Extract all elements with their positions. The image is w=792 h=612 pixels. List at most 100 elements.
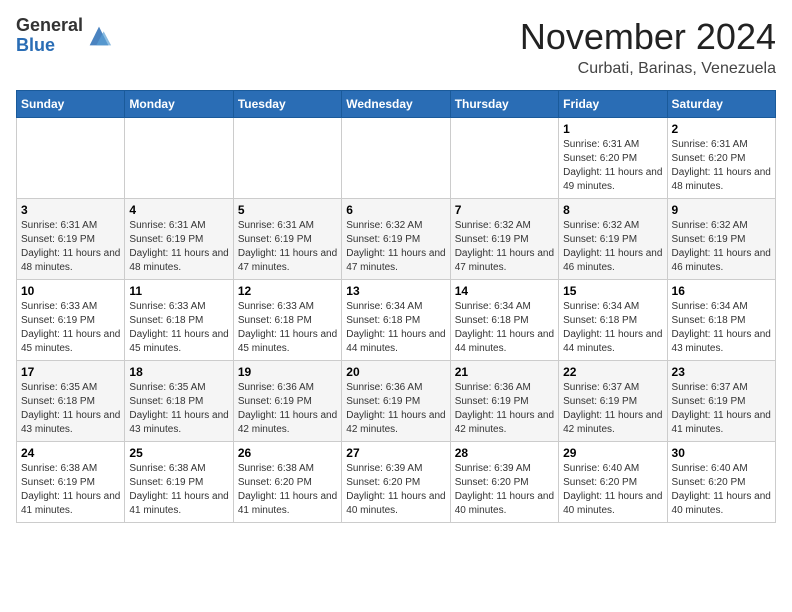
logo-blue-text: Blue [16, 35, 55, 55]
calendar-cell: 16Sunrise: 6:34 AM Sunset: 6:18 PM Dayli… [667, 280, 775, 361]
day-info: Sunrise: 6:35 AM Sunset: 6:18 PM Dayligh… [129, 381, 228, 437]
calendar-cell: 26 Sunrise: 6:38 AM Sunset: 6:20 PM Dayli… [233, 442, 341, 523]
calendar-cell: 18 Sunrise: 6:35 AM Sunset: 6:18 PM Dayli… [125, 361, 233, 442]
day-number: 19 [238, 365, 337, 379]
day-number: 20 [346, 365, 445, 379]
calendar-table: SundayMondayTuesdayWednesdayThursdayFrid… [16, 90, 776, 523]
day-info: Sunrise: 6:36 AM Sunset: 6:19 PM Dayligh… [238, 381, 337, 437]
weekday-header-row: SundayMondayTuesdayWednesdayThursdayFrid… [17, 91, 776, 118]
calendar-cell: 21 Sunrise: 6:36 AM Sunset: 6:19 PM Dayli… [450, 361, 558, 442]
day-number: 27 [346, 446, 445, 460]
day-info: Sunrise: 6:40 AM Sunset: 6:20 PM Dayligh… [672, 462, 771, 518]
day-number: 26 [238, 446, 337, 460]
calendar-week-row: 1 Sunrise: 6:31 AM Sunset: 6:20 PM Daylig… [17, 118, 776, 199]
calendar-cell: 28 Sunrise: 6:39 AM Sunset: 6:20 PM Dayli… [450, 442, 558, 523]
day-number: 28 [455, 446, 554, 460]
calendar-cell [17, 118, 125, 199]
day-number: 10 [21, 284, 120, 298]
day-info: Sunrise: 6:35 AM Sunset: 6:18 PM Dayligh… [21, 381, 120, 437]
weekday-header-cell: Saturday [667, 91, 775, 118]
day-number: 16 [672, 284, 771, 298]
calendar-cell: 7 Sunrise: 6:32 AM Sunset: 6:19 PM Daylig… [450, 199, 558, 280]
weekday-header-cell: Thursday [450, 91, 558, 118]
calendar-week-row: 24 Sunrise: 6:38 AM Sunset: 6:19 PM Dayli… [17, 442, 776, 523]
calendar-cell: 11 Sunrise: 6:33 AM Sunset: 6:18 PM Dayli… [125, 280, 233, 361]
day-info: Sunrise: 6:33 AM Sunset: 6:18 PM Dayligh… [129, 300, 228, 356]
day-info: Sunrise: 6:38 AM Sunset: 6:20 PM Dayligh… [238, 462, 337, 518]
day-number: 22 [563, 365, 662, 379]
calendar-cell: 17 Sunrise: 6:35 AM Sunset: 6:18 PM Dayli… [17, 361, 125, 442]
day-number: 4 [129, 203, 228, 217]
day-info: Sunrise: 6:31 AM Sunset: 6:20 PM Dayligh… [563, 138, 662, 194]
day-info: Sunrise: 6:40 AM Sunset: 6:20 PM Dayligh… [563, 462, 662, 518]
calendar-cell [125, 118, 233, 199]
day-number: 1 [563, 122, 662, 136]
day-number: 17 [21, 365, 120, 379]
day-number: 9 [672, 203, 771, 217]
day-info: Sunrise: 6:33 AM Sunset: 6:18 PM Dayligh… [238, 300, 337, 356]
day-info: Sunrise: 6:37 AM Sunset: 6:19 PM Dayligh… [563, 381, 662, 437]
weekday-header-cell: Monday [125, 91, 233, 118]
calendar-cell: 5Sunrise: 6:31 AM Sunset: 6:19 PM Daylig… [233, 199, 341, 280]
day-number: 13 [346, 284, 445, 298]
day-info: Sunrise: 6:31 AM Sunset: 6:20 PM Dayligh… [672, 138, 771, 194]
day-number: 6 [346, 203, 445, 217]
weekday-header-cell: Friday [559, 91, 667, 118]
day-info: Sunrise: 6:36 AM Sunset: 6:19 PM Dayligh… [455, 381, 554, 437]
calendar-cell: 9 Sunrise: 6:32 AM Sunset: 6:19 PM Daylig… [667, 199, 775, 280]
calendar-cell: 14Sunrise: 6:34 AM Sunset: 6:18 PM Dayli… [450, 280, 558, 361]
calendar-cell: 8 Sunrise: 6:32 AM Sunset: 6:19 PM Daylig… [559, 199, 667, 280]
day-info: Sunrise: 6:31 AM Sunset: 6:19 PM Dayligh… [21, 219, 120, 275]
day-info: Sunrise: 6:37 AM Sunset: 6:19 PM Dayligh… [672, 381, 771, 437]
calendar-cell [342, 118, 450, 199]
calendar-cell: 2 Sunrise: 6:31 AM Sunset: 6:20 PM Daylig… [667, 118, 775, 199]
day-info: Sunrise: 6:32 AM Sunset: 6:19 PM Dayligh… [563, 219, 662, 275]
calendar-cell: 6Sunrise: 6:32 AM Sunset: 6:19 PM Daylig… [342, 199, 450, 280]
day-info: Sunrise: 6:33 AM Sunset: 6:19 PM Dayligh… [21, 300, 120, 356]
day-info: Sunrise: 6:39 AM Sunset: 6:20 PM Dayligh… [455, 462, 554, 518]
calendar-cell: 10 Sunrise: 6:33 AM Sunset: 6:19 PM Dayli… [17, 280, 125, 361]
calendar-body: 1 Sunrise: 6:31 AM Sunset: 6:20 PM Daylig… [17, 118, 776, 523]
day-info: Sunrise: 6:34 AM Sunset: 6:18 PM Dayligh… [455, 300, 554, 356]
day-info: Sunrise: 6:39 AM Sunset: 6:20 PM Dayligh… [346, 462, 445, 518]
day-number: 8 [563, 203, 662, 217]
calendar-cell: 15Sunrise: 6:34 AM Sunset: 6:18 PM Dayli… [559, 280, 667, 361]
day-number: 25 [129, 446, 228, 460]
calendar-week-row: 3 Sunrise: 6:31 AM Sunset: 6:19 PM Daylig… [17, 199, 776, 280]
month-title: November 2024 [520, 16, 776, 58]
logo-icon [85, 22, 113, 50]
day-number: 11 [129, 284, 228, 298]
day-number: 24 [21, 446, 120, 460]
calendar-cell: 24Sunrise: 6:38 AM Sunset: 6:19 PM Dayli… [17, 442, 125, 523]
calendar-cell: 22 Sunrise: 6:37 AM Sunset: 6:19 PM Dayli… [559, 361, 667, 442]
day-number: 29 [563, 446, 662, 460]
day-number: 5 [238, 203, 337, 217]
calendar-cell: 20Sunrise: 6:36 AM Sunset: 6:19 PM Dayli… [342, 361, 450, 442]
calendar-week-row: 17 Sunrise: 6:35 AM Sunset: 6:18 PM Dayli… [17, 361, 776, 442]
calendar-cell: 1 Sunrise: 6:31 AM Sunset: 6:20 PM Daylig… [559, 118, 667, 199]
day-number: 2 [672, 122, 771, 136]
day-number: 12 [238, 284, 337, 298]
day-number: 7 [455, 203, 554, 217]
calendar-week-row: 10 Sunrise: 6:33 AM Sunset: 6:19 PM Dayli… [17, 280, 776, 361]
day-number: 3 [21, 203, 120, 217]
day-info: Sunrise: 6:38 AM Sunset: 6:19 PM Dayligh… [129, 462, 228, 518]
day-number: 23 [672, 365, 771, 379]
day-info: Sunrise: 6:32 AM Sunset: 6:19 PM Dayligh… [672, 219, 771, 275]
calendar-cell: 29 Sunrise: 6:40 AM Sunset: 6:20 PM Dayli… [559, 442, 667, 523]
weekday-header-cell: Tuesday [233, 91, 341, 118]
calendar-cell: 19 Sunrise: 6:36 AM Sunset: 6:19 PM Dayli… [233, 361, 341, 442]
day-number: 30 [672, 446, 771, 460]
day-number: 18 [129, 365, 228, 379]
weekday-header-cell: Sunday [17, 91, 125, 118]
logo: General Blue [16, 16, 113, 56]
day-number: 21 [455, 365, 554, 379]
calendar-cell: 27 Sunrise: 6:39 AM Sunset: 6:20 PM Dayli… [342, 442, 450, 523]
day-info: Sunrise: 6:32 AM Sunset: 6:19 PM Dayligh… [455, 219, 554, 275]
title-block: November 2024 Curbati, Barinas, Venezuel… [520, 16, 776, 78]
day-info: Sunrise: 6:34 AM Sunset: 6:18 PM Dayligh… [346, 300, 445, 356]
calendar-cell: 3 Sunrise: 6:31 AM Sunset: 6:19 PM Daylig… [17, 199, 125, 280]
calendar-cell: 4Sunrise: 6:31 AM Sunset: 6:19 PM Daylig… [125, 199, 233, 280]
calendar-cell [450, 118, 558, 199]
calendar-cell: 13 Sunrise: 6:34 AM Sunset: 6:18 PM Dayli… [342, 280, 450, 361]
